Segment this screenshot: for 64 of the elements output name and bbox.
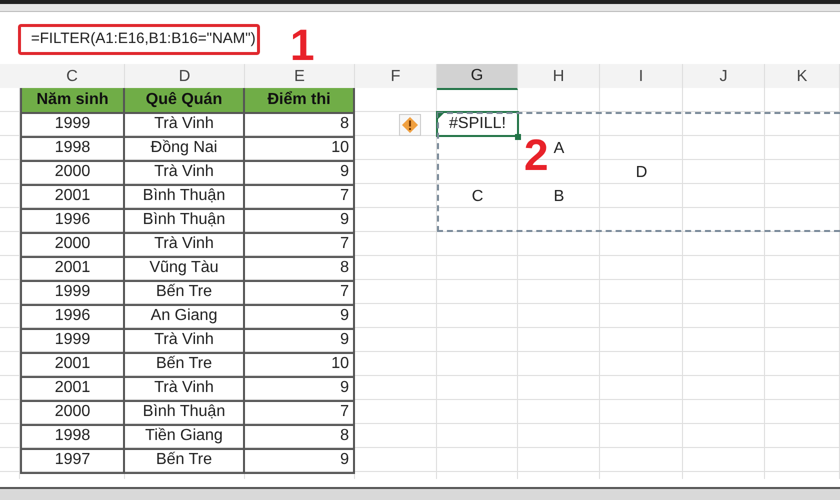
table-cell: 9 — [245, 304, 355, 330]
table-cell: 1996 — [20, 304, 125, 330]
table-cell: 8 — [245, 256, 355, 282]
column-heading: Quê Quán — [125, 88, 245, 114]
table-cell: 2000 — [20, 160, 125, 186]
table-cell: 2001 — [20, 352, 125, 378]
annotation-number: 1 — [290, 30, 314, 62]
error-indicator-icon — [438, 113, 444, 119]
table-cell: 2001 — [20, 184, 125, 210]
table-cell: 1996 — [20, 208, 125, 234]
table-cell: Bến Tre — [125, 352, 245, 378]
table-cell: 9 — [245, 160, 355, 186]
table-cell: Đồng Nai — [125, 136, 245, 162]
column-header[interactable]: J — [683, 64, 765, 90]
column-header[interactable]: I — [600, 64, 683, 90]
table-cell: 1997 — [20, 448, 125, 474]
table-cell: 1998 — [20, 424, 125, 450]
table-cell: 1999 — [20, 280, 125, 306]
table-cell: Tiền Giang — [125, 424, 245, 450]
table-cell: Trà Vinh — [125, 112, 245, 138]
table-cell: 9 — [245, 208, 355, 234]
table-cell: An Giang — [125, 304, 245, 330]
table-cell: Bình Thuận — [125, 184, 245, 210]
column-heading: Năm sinh — [20, 88, 125, 114]
table-cell: Trà Vinh — [125, 376, 245, 402]
table-cell: Bình Thuận — [125, 400, 245, 426]
table-cell: Bến Tre — [125, 448, 245, 474]
column-header[interactable]: K — [765, 64, 840, 90]
table-cell: 1999 — [20, 328, 125, 354]
active-cell[interactable]: #SPILL! — [436, 111, 519, 137]
table-cell: Vũng Tàu — [125, 256, 245, 282]
table-cell: Trà Vinh — [125, 232, 245, 258]
cell-text: D — [636, 163, 648, 183]
cell-text: C — [472, 187, 484, 207]
table-cell: 7 — [245, 232, 355, 258]
cell-text: B — [554, 187, 564, 207]
warning-icon[interactable] — [399, 114, 421, 136]
table-cell: 7 — [245, 184, 355, 210]
table-cell: 8 — [245, 112, 355, 138]
table-cell: 8 — [245, 424, 355, 450]
formula-field[interactable]: =FILTER(A1:E16,B1:B16="NAM") — [18, 24, 260, 55]
table-cell: Trà Vinh — [125, 160, 245, 186]
table-cell: 9 — [245, 376, 355, 402]
table-cell: 7 — [245, 400, 355, 426]
table-cell: 10 — [245, 136, 355, 162]
table-cell: 2000 — [20, 232, 125, 258]
table-cell: 9 — [245, 448, 355, 474]
column-heading: Điểm thi — [245, 88, 355, 114]
table-cell: 2001 — [20, 256, 125, 282]
annotation-number: 2 — [524, 140, 548, 172]
fill-handle[interactable] — [515, 134, 521, 140]
table-cell: 10 — [245, 352, 355, 378]
table-cell: 7 — [245, 280, 355, 306]
column-header[interactable]: G — [437, 64, 518, 90]
cell-text: A — [554, 139, 564, 159]
table-cell: Bến Tre — [125, 280, 245, 306]
column-header[interactable]: H — [518, 64, 600, 90]
table-cell: 2000 — [20, 400, 125, 426]
table-cell: Trà Vinh — [125, 328, 245, 354]
table-cell: 1998 — [20, 136, 125, 162]
table-cell: Bình Thuận — [125, 208, 245, 234]
table-cell: 2001 — [20, 376, 125, 402]
table-cell: 9 — [245, 328, 355, 354]
table-cell: 1999 — [20, 112, 125, 138]
